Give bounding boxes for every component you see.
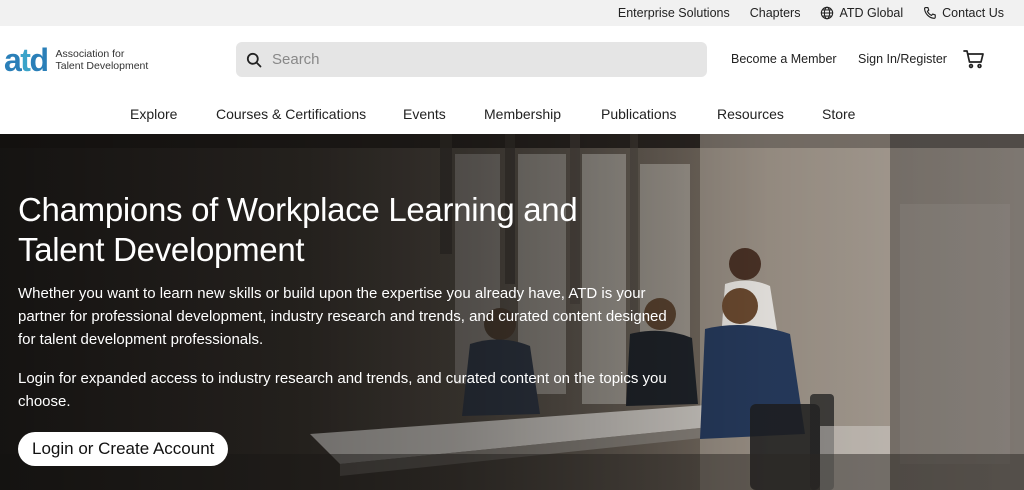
search-bar[interactable]: [236, 42, 707, 77]
main-navigation: Explore Courses & Certifications Events …: [0, 94, 1024, 134]
cart-icon[interactable]: [963, 49, 985, 69]
search-input[interactable]: [272, 51, 672, 68]
hero-title: Champions of Workplace Learning and Tale…: [18, 191, 578, 268]
hero-description: Whether you want to learn new skills or …: [18, 285, 667, 348]
contact-us-label: Contact Us: [942, 6, 1004, 20]
site-header: atd Association for Talent Development B…: [0, 26, 1024, 94]
nav-resources[interactable]: Resources: [717, 106, 784, 122]
nav-courses-certifications[interactable]: Courses & Certifications: [216, 106, 366, 122]
utility-bar: Enterprise Solutions Chapters ATD Global…: [0, 0, 1024, 26]
nav-explore[interactable]: Explore: [130, 106, 177, 122]
sign-in-register-link[interactable]: Sign In/Register: [858, 52, 947, 66]
atd-global-label: ATD Global: [839, 6, 904, 20]
logo-line-2: Talent Development: [55, 60, 149, 72]
nav-events[interactable]: Events: [403, 106, 446, 122]
login-create-account-button[interactable]: Login or Create Account: [18, 432, 229, 466]
nav-publications[interactable]: Publications: [601, 106, 677, 122]
hero-banner: Champions of Workplace Learning and Tale…: [0, 134, 1024, 490]
become-member-link[interactable]: Become a Member: [731, 52, 837, 66]
contact-us-link[interactable]: Contact Us: [923, 6, 1004, 20]
phone-icon: [924, 7, 936, 19]
logo-wordmark: Association for Talent Development: [56, 48, 149, 72]
logo-line-1: Association for: [55, 48, 125, 60]
atd-logo[interactable]: atd Association for Talent Development: [4, 44, 148, 76]
atd-global-link[interactable]: ATD Global: [820, 6, 903, 20]
nav-membership[interactable]: Membership: [484, 106, 561, 122]
enterprise-solutions-link[interactable]: Enterprise Solutions: [618, 6, 730, 20]
search-icon[interactable]: [246, 52, 262, 68]
globe-icon: [821, 6, 834, 20]
chapters-link[interactable]: Chapters: [750, 6, 801, 20]
nav-store[interactable]: Store: [822, 106, 855, 122]
logo-mark: atd: [4, 42, 49, 78]
hero-login-prompt: Login for expanded access to industry re…: [18, 370, 667, 410]
